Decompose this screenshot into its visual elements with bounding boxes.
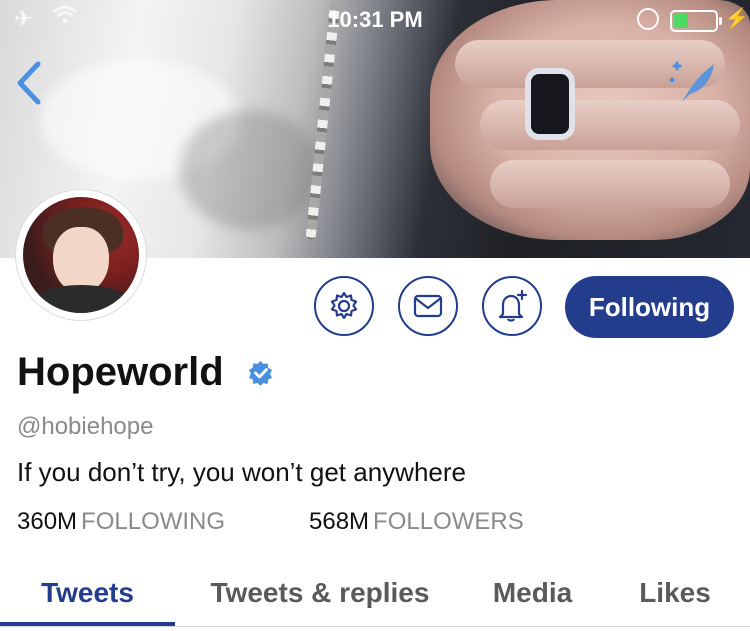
tab-tweets-replies[interactable]: Tweets & replies: [185, 562, 455, 624]
back-button[interactable]: [10, 58, 52, 108]
banner-finger: [480, 100, 740, 150]
battery-fill: [674, 14, 688, 28]
notifications-button[interactable]: [482, 276, 542, 336]
profile-tabs: Tweets Tweets & replies Media Likes: [0, 562, 750, 628]
banner-ring: [525, 68, 575, 140]
battery-nub: [719, 17, 722, 25]
message-button[interactable]: [398, 276, 458, 336]
avatar-photo: [23, 197, 139, 313]
gear-icon: [330, 291, 358, 320]
avatar-shoulder: [29, 285, 133, 313]
banner-finger: [490, 160, 730, 208]
tabs-divider: [0, 626, 750, 627]
chevron-left-icon: [17, 61, 41, 105]
banner-shirt-shadow: [180, 110, 320, 230]
status-bar: ✈ 10:31 PM ⚡: [0, 0, 750, 40]
tab-likes[interactable]: Likes: [615, 562, 735, 624]
display-name: Hopeworld: [17, 350, 224, 394]
following-stat[interactable]: 360M FOLLOWING: [17, 508, 225, 536]
battery-icon: [670, 10, 722, 32]
magic-feather-icon: [669, 61, 714, 102]
envelope-icon: [413, 294, 443, 318]
profile-handle: @hobiehope: [17, 413, 154, 440]
rotation-lock-icon: [637, 8, 659, 30]
verified-badge-icon: [248, 360, 272, 386]
profile-bio: If you don’t try, you won’t get anywhere: [17, 457, 466, 487]
avatar[interactable]: [16, 190, 146, 320]
avatar-face: [53, 227, 109, 293]
tab-media[interactable]: Media: [470, 562, 595, 624]
tab-tweets[interactable]: Tweets: [0, 562, 175, 624]
followers-label: FOLLOWERS: [373, 508, 524, 535]
bell-plus-icon: [498, 289, 528, 322]
following-button[interactable]: Following: [565, 276, 734, 338]
followers-count: 568M: [309, 508, 370, 535]
charging-icon: ⚡: [724, 8, 749, 30]
following-label: FOLLOWING: [81, 508, 226, 535]
following-count: 360M: [17, 508, 78, 535]
night-mode-button[interactable]: [668, 58, 718, 106]
followers-stat[interactable]: 568M FOLLOWERS: [309, 508, 524, 536]
settings-button[interactable]: [314, 276, 374, 336]
